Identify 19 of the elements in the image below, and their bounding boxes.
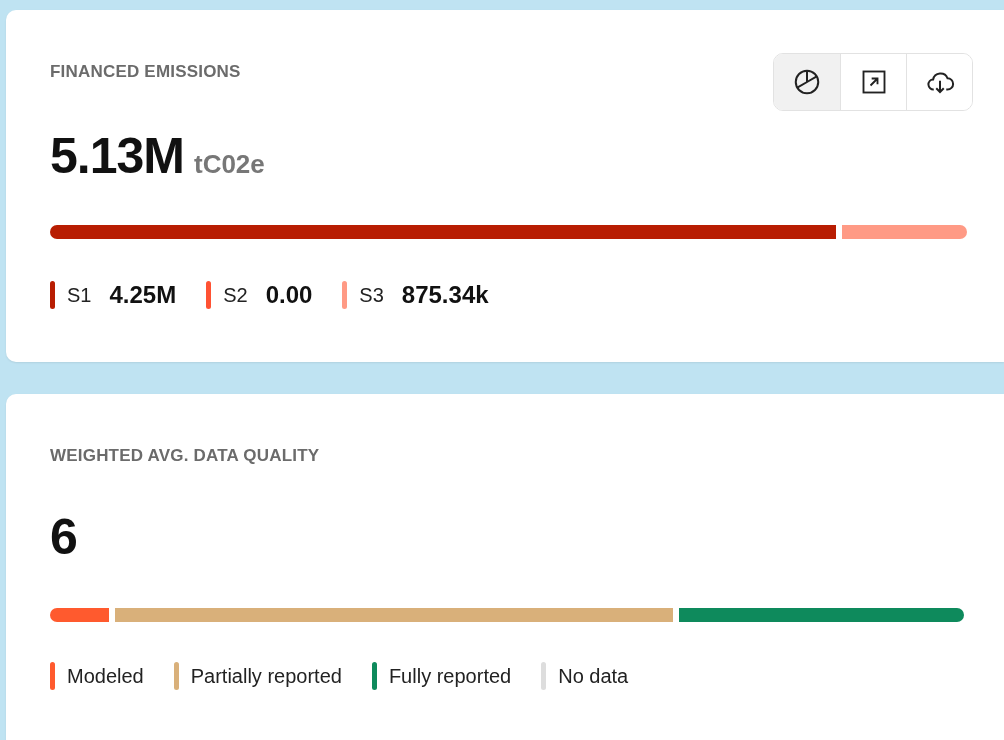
scope-label: S2 <box>223 283 248 307</box>
card-title: WEIGHTED AVG. DATA QUALITY <box>50 446 320 466</box>
toolbar-button[interactable] <box>774 54 840 110</box>
legend-label: Modeled <box>67 664 144 688</box>
scope-value: 4.25M <box>109 281 177 309</box>
quality-score: 6 <box>50 508 77 566</box>
legend-label: Partially reported <box>190 664 342 688</box>
toolbar-button[interactable] <box>906 54 972 110</box>
unit-label: tC02e <box>193 149 265 180</box>
legend-label: No data <box>558 664 629 688</box>
legend-label: Fully reported <box>388 664 512 688</box>
scope-label: S3 <box>359 283 384 307</box>
pie-chart-icon <box>792 67 822 97</box>
scope-value: 875.34k <box>401 281 489 309</box>
total-value: 5.13M <box>50 127 184 185</box>
card-title: FINANCED EMISSIONS <box>50 62 241 82</box>
scope-value: 0.00 <box>265 281 313 309</box>
scope-label: S1 <box>67 283 92 307</box>
bar-segment <box>50 608 110 622</box>
